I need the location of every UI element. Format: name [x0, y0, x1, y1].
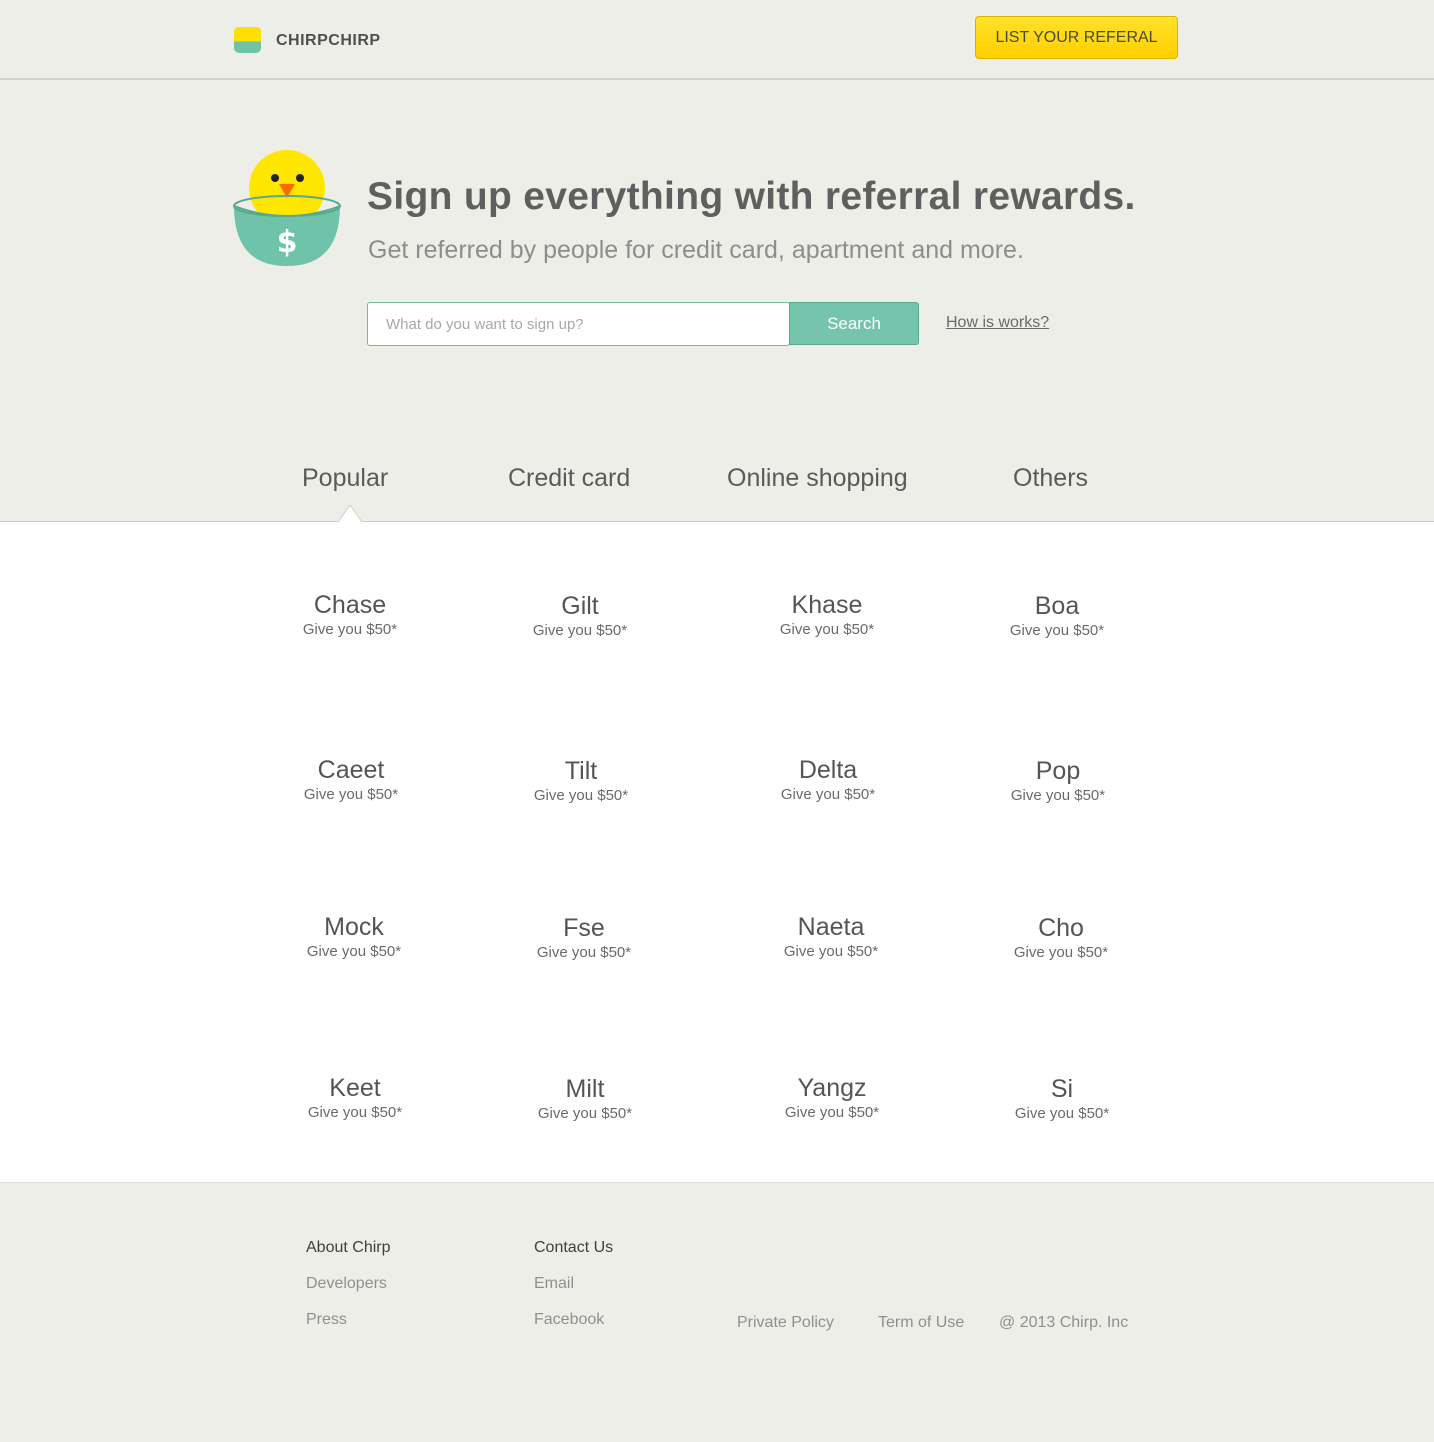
- tab-popular[interactable]: Popular: [302, 464, 388, 493]
- card-reward: Give you $50*: [302, 621, 398, 638]
- tab-online-shopping[interactable]: Online shopping: [727, 464, 908, 493]
- search-button[interactable]: Search: [789, 302, 919, 345]
- list-your-referral-button[interactable]: LIST YOUR REFERAL: [975, 16, 1178, 59]
- svg-text:$: $: [277, 225, 298, 260]
- card-reward: Give you $50*: [536, 944, 632, 961]
- card-reward: Give you $50*: [779, 621, 875, 638]
- card-name: Gilt: [561, 592, 599, 620]
- referral-card-si[interactable]: Si Give you $50*: [987, 1074, 1137, 1124]
- referral-card-delta[interactable]: Delta Give you $50*: [753, 755, 903, 805]
- referral-grid: Chase Give you $50* Gilt Give you $50* K…: [0, 522, 1434, 1182]
- footer-heading-about: About Chirp: [306, 1239, 391, 1256]
- referral-card-cho[interactable]: Cho Give you $50*: [986, 913, 1136, 963]
- card-reward: Give you $50*: [780, 786, 876, 803]
- tab-others[interactable]: Others: [1013, 464, 1088, 493]
- card-name: Boa: [1034, 592, 1080, 620]
- tab-credit-card[interactable]: Credit card: [508, 464, 630, 493]
- hero-subheading: Get referred by people for credit card, …: [368, 236, 1024, 264]
- referral-card-chase[interactable]: Chase Give you $50*: [275, 590, 425, 640]
- referral-card-naeta[interactable]: Naeta Give you $50*: [756, 912, 906, 962]
- referral-card-pop[interactable]: Pop Give you $50*: [983, 756, 1133, 806]
- card-name: Chase: [313, 591, 387, 619]
- card-reward: Give you $50*: [532, 622, 628, 639]
- card-reward: Give you $50*: [1014, 1105, 1110, 1122]
- card-reward: Give you $50*: [784, 1104, 880, 1121]
- logo-icon[interactable]: [233, 26, 262, 54]
- card-reward: Give you $50*: [307, 1104, 403, 1121]
- card-name: Khase: [791, 591, 863, 619]
- referral-card-keet[interactable]: Keet Give you $50*: [280, 1073, 430, 1123]
- referral-card-boa[interactable]: Boa Give you $50*: [982, 591, 1132, 641]
- footer: About Chirp Developers Press Contact Us …: [0, 1182, 1434, 1442]
- card-reward: Give you $50*: [303, 786, 399, 803]
- referral-card-yangz[interactable]: Yangz Give you $50*: [757, 1073, 907, 1123]
- referral-card-mock[interactable]: Mock Give you $50*: [279, 912, 429, 962]
- card-name: Delta: [798, 756, 858, 784]
- footer-link-developers[interactable]: Developers: [306, 1275, 387, 1293]
- referral-card-caeet[interactable]: Caeet Give you $50*: [276, 755, 426, 805]
- card-reward: Give you $50*: [1010, 787, 1106, 804]
- chick-in-egg-dollar-icon: $: [233, 150, 341, 266]
- referral-card-gilt[interactable]: Gilt Give you $50*: [505, 591, 655, 641]
- search-input[interactable]: [367, 302, 790, 346]
- card-name: Si: [1050, 1075, 1074, 1103]
- referral-card-fse[interactable]: Fse Give you $50*: [509, 913, 659, 963]
- card-reward: Give you $50*: [537, 1105, 633, 1122]
- footer-link-facebook[interactable]: Facebook: [534, 1311, 604, 1329]
- card-name: Keet: [329, 1074, 381, 1102]
- card-reward: Give you $50*: [783, 943, 879, 960]
- active-tab-pointer-icon: [338, 505, 362, 523]
- tab-divider: [0, 521, 1434, 522]
- referral-card-milt[interactable]: Milt Give you $50*: [510, 1074, 660, 1124]
- footer-copyright: @ 2013 Chirp. Inc: [999, 1314, 1129, 1331]
- referral-card-tilt[interactable]: Tilt Give you $50*: [506, 756, 656, 806]
- card-reward: Give you $50*: [1009, 622, 1105, 639]
- card-reward: Give you $50*: [1013, 944, 1109, 961]
- card-name: Tilt: [564, 757, 598, 785]
- referral-card-khase[interactable]: Khase Give you $50*: [752, 590, 902, 640]
- footer-link-email[interactable]: Email: [534, 1275, 574, 1293]
- card-reward: Give you $50*: [533, 787, 629, 804]
- footer-link-terms[interactable]: Term of Use: [878, 1314, 964, 1332]
- top-navigation-bar: CHIRPCHIRP LIST YOUR REFERAL: [0, 0, 1434, 80]
- card-name: Naeta: [797, 913, 865, 941]
- card-name: Pop: [1035, 757, 1081, 785]
- card-name: Cho: [1038, 914, 1084, 942]
- brand-name[interactable]: CHIRPCHIRP: [276, 32, 381, 50]
- footer-link-press[interactable]: Press: [306, 1311, 347, 1329]
- footer-link-privacy-policy[interactable]: Private Policy: [737, 1314, 834, 1332]
- hero-headline: Sign up everything with referral rewards…: [367, 175, 1136, 218]
- card-name: Mock: [324, 913, 384, 941]
- card-name: Yangz: [797, 1074, 867, 1102]
- card-reward: Give you $50*: [306, 943, 402, 960]
- how-it-works-link[interactable]: How is works?: [946, 314, 1049, 332]
- card-name: Caeet: [317, 756, 385, 784]
- footer-heading-contact: Contact Us: [534, 1239, 614, 1256]
- card-name: Fse: [563, 914, 605, 942]
- card-name: Milt: [565, 1075, 605, 1103]
